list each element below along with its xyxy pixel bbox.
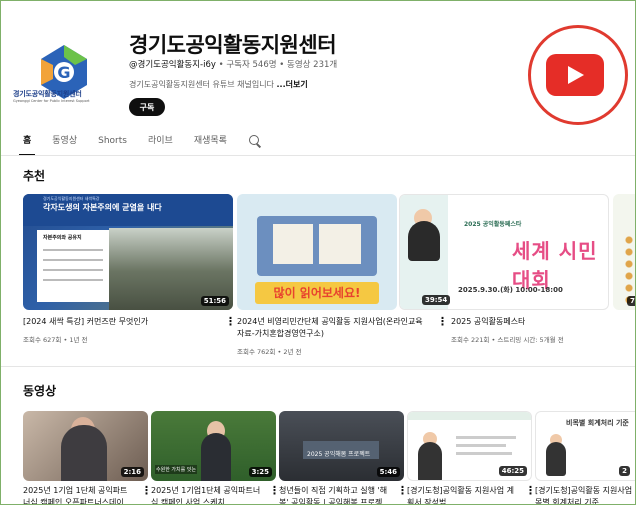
thumbnail-caption: 수원한 가치를 잇는 (155, 465, 197, 474)
subscribe-button[interactable]: 구독 (129, 98, 165, 116)
video-title[interactable]: [경기도청]공익활동 지원사업 계 (407, 485, 525, 497)
search-icon[interactable] (248, 134, 262, 148)
more-options-icon[interactable] (397, 484, 408, 498)
more-link[interactable]: ...더보기 (276, 80, 307, 89)
thumbnail-caption: 2025 공익해봄 프로젝트 (307, 451, 371, 458)
video-thumbnail[interactable]: 2025 공익해봄 프로젝트 5:46 (279, 411, 404, 481)
channel-meta: @경기도공익활동지-i6y • 구독자 546명 • 동영상 231개 (129, 60, 338, 70)
tab-live[interactable]: 라이브 (148, 131, 173, 151)
more-options-icon[interactable] (437, 315, 448, 329)
video-thumbnail[interactable]: 46:25 (407, 411, 532, 481)
tab-shorts[interactable]: Shorts (98, 131, 127, 151)
video-title-line2[interactable]: 자료-가치혼합경영연구소) (237, 328, 324, 340)
logo-subtitle: Gyeonggi Center for Public Interest Supp… (13, 99, 90, 103)
duration-badge: 39:54 (422, 295, 451, 305)
subscriber-count: 구독자 546명 (226, 60, 277, 70)
video-meta: 조회수 762회 • 2년 전 (237, 348, 302, 356)
logo-label: 경기도공익활동지원센터 (13, 90, 82, 98)
thumbnail-slide: 자본주의와 공유지 (37, 230, 109, 302)
video-thumbnail[interactable]: 비목별 회계처리 기준 2 (535, 411, 635, 481)
channel-page: G 경기도공익활동지원센터 Gyeonggi Center for Public… (0, 0, 636, 505)
video-count: 동영상 231개 (287, 60, 338, 70)
tab-videos[interactable]: 동영상 (52, 131, 77, 151)
video-thumbnail[interactable]: 수원한 가치를 잇는 3:25 (151, 411, 276, 481)
tab-home[interactable]: 홈 (18, 131, 36, 156)
thumbnail-small-title: 2025 공익활동페스타 (464, 221, 522, 228)
video-title[interactable]: 청년들이 직접 기획하고 실행 '해 (279, 485, 397, 497)
more-options-icon[interactable] (525, 484, 536, 498)
video-thumbnail[interactable]: 많이 읽어보세요! (237, 194, 397, 310)
duration-badge: 7: (627, 296, 635, 306)
duration-badge: 46:25 (498, 466, 527, 476)
video-meta: 조회수 221회 • 스트리밍 시간: 5개월 전 (451, 336, 564, 344)
thumbnail-caption: 비목별 회계처리 기준 (566, 419, 629, 427)
section-divider (1, 366, 635, 367)
section-title-recommended: 추천 (23, 169, 46, 183)
video-title[interactable]: 2025년 1기업1단체 공익파트너 (151, 485, 269, 497)
youtube-logo-icon (546, 54, 604, 96)
duration-badge: 5:46 (376, 467, 400, 477)
thumbnail-caption: 각자도생의 자본주의에 균열을 내다 (43, 203, 162, 212)
video-meta: 조회수 627회 • 1년 전 (23, 336, 88, 344)
video-title-line2[interactable]: 봄' 공익활동 | 공익해봄 프로젝... (279, 497, 397, 504)
section-title-videos: 동영상 (23, 384, 57, 398)
video-title[interactable]: [2024 새싹 특강] 커먼즈란 무엇인가 (23, 316, 148, 328)
more-options-icon[interactable] (141, 484, 152, 498)
video-title[interactable]: 2025 공익활동페스타 (451, 316, 525, 328)
video-thumbnail[interactable]: 2:16 (23, 411, 148, 481)
more-options-icon[interactable] (269, 484, 280, 498)
description-text: 경기도공익활동지원센터 유튜브 채널입니다 (129, 80, 274, 89)
video-thumbnail[interactable]: 7: (613, 194, 635, 310)
video-title-line2[interactable]: 목별 회계처리 기준 (535, 497, 635, 504)
video-title-line2[interactable]: 너십 캠페인 오픈파트너스데이... (23, 497, 141, 504)
svg-text:G: G (57, 63, 70, 82)
duration-badge: 2:16 (120, 467, 144, 477)
channel-title: 경기도공익활동지원센터 (129, 33, 337, 57)
video-title-line2[interactable]: 획서 작성법 (407, 497, 525, 504)
video-title-line2[interactable]: 십 캠페인 사업 스케치 (151, 497, 269, 504)
thumbnail-caption: 많이 읽어보세요! (255, 282, 379, 304)
duration-badge: 2 (619, 466, 630, 476)
duration-badge: 3:25 (248, 467, 272, 477)
video-title[interactable]: 2025년 1기업 1단체 공익파트 (23, 485, 141, 497)
duration-badge: 51:56 (200, 296, 229, 306)
channel-handle: @경기도공익활동지-i6y (129, 60, 216, 70)
channel-description[interactable]: 경기도공익활동지원센터 유튜브 채널입니다 ...더보기 (129, 79, 308, 90)
video-thumbnail[interactable]: 경기도공익활동지원센터 새싹특강 각자도생의 자본주의에 균열을 내다 자본주의와… (23, 194, 233, 310)
thumbnail-date: 2025.9.30.(화) 10:00-18:00 (458, 286, 563, 294)
video-title[interactable]: 2024년 비영리민간단체 공익활동 지원사업(온라인교육 (237, 316, 433, 328)
more-options-icon[interactable] (225, 315, 236, 329)
tab-playlists[interactable]: 재생목록 (194, 131, 227, 151)
tabs-divider (1, 155, 635, 156)
channel-tabs: 홈 동영상 Shorts 라이브 재생목록 (18, 131, 262, 156)
video-thumbnail[interactable]: 2025 공익활동페스타 세계 시민대회 2025.9.30.(화) 10:00… (399, 194, 609, 310)
video-title[interactable]: [경기도청]공익활동 지원사업 비 (535, 485, 635, 497)
